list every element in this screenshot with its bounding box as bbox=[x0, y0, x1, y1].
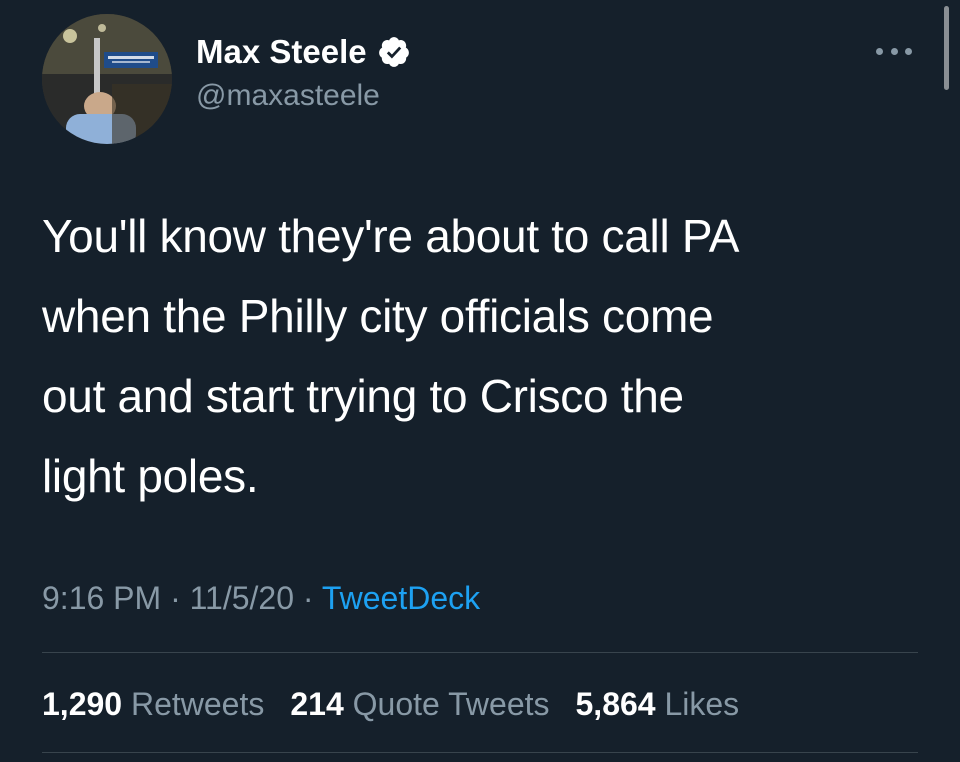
verified-badge-icon bbox=[378, 37, 409, 67]
retweets-stat[interactable]: 1,290 Retweets bbox=[42, 680, 264, 728]
tweet-text: You'll know they're about to call PA whe… bbox=[42, 210, 740, 502]
likes-count: 5,864 bbox=[575, 686, 656, 722]
handle[interactable]: @maxasteele bbox=[196, 76, 411, 116]
tweet-meta: 9:16 PM · 11/5/20 · TweetDeck bbox=[42, 574, 480, 622]
divider bbox=[42, 752, 918, 753]
quote-tweets-stat[interactable]: 214 Quote Tweets bbox=[290, 680, 549, 728]
quote-tweets-count: 214 bbox=[290, 686, 344, 722]
tweet-time[interactable]: 9:16 PM bbox=[42, 580, 161, 616]
tweet-date[interactable]: 11/5/20 bbox=[190, 580, 294, 616]
author-block: Max Steele @maxasteele bbox=[196, 30, 411, 116]
avatar-photo-icon bbox=[42, 14, 172, 144]
tweet-card: Max Steele @maxasteele You'll know they'… bbox=[0, 0, 960, 762]
tweet-source-link[interactable]: TweetDeck bbox=[322, 580, 480, 616]
quote-tweets-label: Quote Tweets bbox=[352, 686, 550, 722]
avatar[interactable] bbox=[42, 14, 172, 144]
more-options-icon[interactable] bbox=[876, 44, 912, 58]
display-name[interactable]: Max Steele bbox=[196, 30, 367, 74]
meta-separator: · bbox=[161, 580, 190, 616]
likes-stat[interactable]: 5,864 Likes bbox=[576, 680, 740, 728]
tweet-stats: 1,290 Retweets 214 Quote Tweets 5,864 Li… bbox=[42, 680, 765, 728]
meta-separator: · bbox=[294, 580, 322, 616]
retweets-count: 1,290 bbox=[42, 686, 123, 722]
scrollbar[interactable] bbox=[944, 6, 949, 90]
retweets-label: Retweets bbox=[130, 686, 265, 722]
divider bbox=[42, 652, 918, 653]
likes-label: Likes bbox=[664, 686, 740, 722]
